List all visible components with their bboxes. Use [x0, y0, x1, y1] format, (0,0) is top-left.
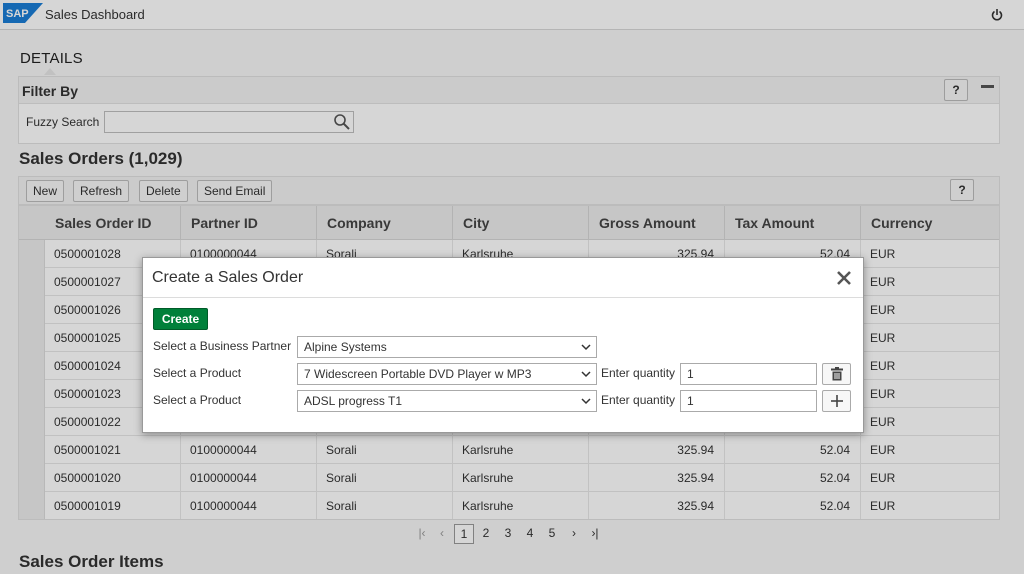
- dialog-title: Create a Sales Order: [152, 269, 304, 286]
- quantity-input[interactable]: 1: [680, 363, 817, 385]
- plus-icon: [831, 395, 843, 407]
- add-product-button[interactable]: [822, 390, 851, 412]
- quantity-label: Enter quantity: [601, 393, 676, 407]
- app-background: SAP Sales Dashboard DETAILS Filter By ? …: [0, 0, 1024, 574]
- product-select[interactable]: 7 Widescreen Portable DVD Player w MP3: [297, 363, 597, 385]
- product-select[interactable]: ADSL progress T1: [297, 390, 597, 412]
- product-label: Select a Product: [153, 366, 242, 380]
- delete-product-button[interactable]: [822, 363, 851, 385]
- chevron-down-icon: [581, 398, 591, 405]
- product-label: Select a Product: [153, 393, 242, 407]
- trash-icon: [831, 367, 843, 381]
- create-sales-order-dialog: Create a Sales Order Create Select a Bus…: [142, 257, 864, 433]
- chevron-down-icon: [581, 344, 591, 351]
- business-partner-select[interactable]: Alpine Systems: [297, 336, 597, 358]
- create-button[interactable]: Create: [153, 308, 208, 330]
- close-icon[interactable]: [836, 270, 852, 286]
- quantity-label: Enter quantity: [601, 366, 676, 380]
- quantity-input[interactable]: 1: [680, 390, 817, 412]
- business-partner-value: Alpine Systems: [304, 340, 387, 354]
- chevron-down-icon: [581, 371, 591, 378]
- business-partner-label: Select a Business Partner: [153, 339, 292, 353]
- dialog-header: Create a Sales Order: [143, 258, 863, 298]
- product-value: 7 Widescreen Portable DVD Player w MP3: [304, 367, 532, 381]
- product-value: ADSL progress T1: [304, 394, 403, 408]
